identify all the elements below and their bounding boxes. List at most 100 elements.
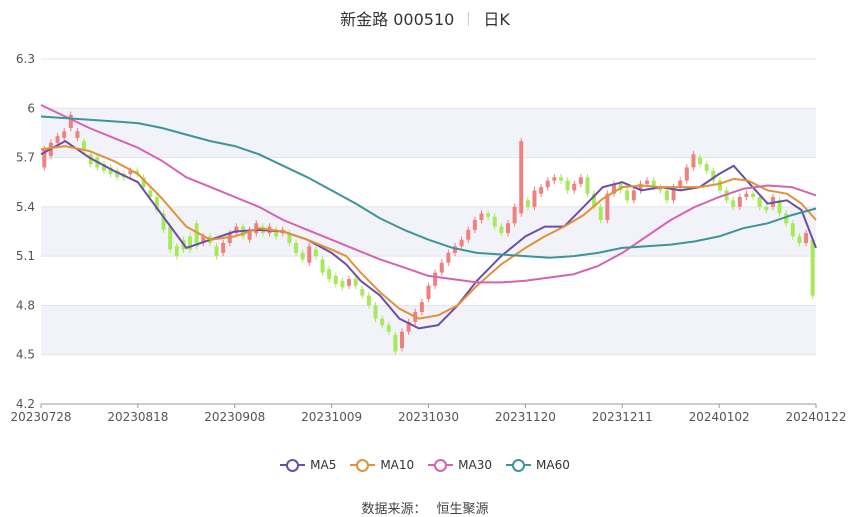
- candle-body: [486, 213, 491, 217]
- legend-marker-icon: [428, 458, 454, 472]
- background-band: [41, 305, 816, 355]
- candle-body: [439, 262, 444, 273]
- candle-body: [366, 295, 371, 306]
- candle-body: [386, 325, 391, 332]
- y-tick-label: 5.7: [16, 151, 35, 165]
- candle-body: [578, 177, 583, 184]
- candle-body: [174, 246, 179, 257]
- candle-body: [565, 180, 570, 191]
- candle-body: [479, 213, 484, 220]
- candle-body: [664, 190, 669, 201]
- x-tick-label: 20230908: [204, 410, 265, 424]
- candle-body: [757, 197, 762, 207]
- candle-body: [459, 239, 464, 247]
- candle-body: [340, 280, 345, 288]
- candle-body: [393, 335, 398, 352]
- x-tick-label: 20240122: [785, 410, 846, 424]
- candle-body: [519, 141, 524, 214]
- y-tick-label: 5.4: [16, 200, 35, 214]
- source-value: 恒生聚源: [436, 502, 489, 517]
- candle-body: [347, 279, 351, 286]
- candle-body: [333, 275, 338, 285]
- legend-item-ma60[interactable]: MA60: [506, 458, 570, 472]
- candle-body: [545, 180, 550, 188]
- y-tick-label: 6.3: [16, 52, 35, 66]
- legend-label: MA30: [458, 458, 493, 472]
- candle-body: [751, 193, 756, 197]
- candle-body: [717, 180, 722, 191]
- candle-body: [300, 252, 305, 260]
- candle-body: [492, 216, 497, 227]
- candle-body: [790, 223, 795, 237]
- candle-body: [532, 190, 537, 207]
- candle-body: [466, 229, 471, 240]
- candle-body: [373, 305, 378, 319]
- data-source: 数据来源： 恒生聚源: [0, 498, 850, 517]
- candle-body: [446, 252, 451, 263]
- legend-marker-icon: [506, 458, 532, 472]
- legend-item-ma10[interactable]: MA10: [350, 458, 414, 472]
- candle-body: [645, 180, 650, 184]
- candle-body: [353, 279, 358, 286]
- candle-body: [419, 302, 424, 312]
- candle-body: [168, 226, 173, 250]
- candle-body: [320, 259, 325, 273]
- legend-label: MA5: [310, 458, 337, 472]
- legend-label: MA10: [380, 458, 415, 472]
- x-tick-label: 20231211: [592, 410, 653, 424]
- x-tick-label: 20231009: [301, 410, 362, 424]
- candle-body: [558, 177, 563, 181]
- candle-body: [380, 318, 385, 326]
- candle-body: [214, 246, 219, 257]
- legend-label: MA60: [536, 458, 570, 472]
- candle-body: [55, 136, 60, 143]
- candle-body: [307, 246, 312, 263]
- candle-body: [691, 154, 696, 168]
- candle-body: [400, 331, 404, 349]
- candle-body: [472, 220, 477, 230]
- legend-marker-icon: [280, 458, 306, 472]
- candle-body: [631, 190, 636, 201]
- y-tick-label: 4.5: [16, 348, 35, 362]
- x-axis: 20230728 20230818 20230908 20231009 20231030…: [10, 403, 847, 424]
- x-tick-label: 20240102: [689, 410, 750, 424]
- background-band: [41, 206, 816, 257]
- candlestick-chart: 6.365.75.45.14.84.54.2 20230728 20230818 2…: [10, 52, 847, 424]
- candle-body: [572, 183, 577, 191]
- candle-body: [313, 249, 318, 257]
- candle-body: [698, 157, 703, 165]
- candle-body: [75, 131, 80, 138]
- legend-item-ma5[interactable]: MA5: [280, 458, 336, 472]
- x-tick-label: 20231030: [398, 410, 459, 424]
- y-tick-label: 6: [27, 101, 35, 115]
- y-tick-label: 4.2: [16, 397, 35, 411]
- candle-body: [625, 190, 630, 201]
- candle-body: [704, 164, 709, 171]
- legend-marker-icon: [350, 458, 376, 472]
- candle-body: [62, 131, 67, 138]
- candle-body: [506, 223, 510, 234]
- source-label: 数据来源：: [361, 502, 427, 517]
- candle-body: [294, 243, 299, 253]
- candle-body: [552, 177, 557, 181]
- chart-legend: MA5 MA10 MA30 MA60: [0, 458, 850, 475]
- x-tick-label: 20230728: [10, 410, 71, 424]
- candle-body: [684, 167, 689, 181]
- candle-body: [539, 187, 544, 194]
- y-tick-label: 4.8: [16, 298, 35, 312]
- candle-body: [327, 269, 332, 280]
- candle-body: [499, 226, 504, 234]
- y-axis: 6.3 6 5.7 5.4 5.1 4.8 4.5 4.2: [16, 52, 35, 411]
- candle-body: [426, 285, 431, 299]
- legend-item-ma30[interactable]: MA30: [428, 458, 492, 472]
- background-band: [41, 108, 816, 158]
- candle-body: [194, 223, 199, 247]
- candle-body: [221, 243, 226, 253]
- x-tick-label: 20231120: [495, 410, 556, 424]
- candle-body: [585, 177, 590, 194]
- candle-body: [797, 236, 802, 243]
- candle-body: [433, 272, 438, 286]
- candle-body: [68, 114, 73, 128]
- y-tick-label: 5.1: [16, 249, 35, 263]
- candle-body: [744, 193, 749, 197]
